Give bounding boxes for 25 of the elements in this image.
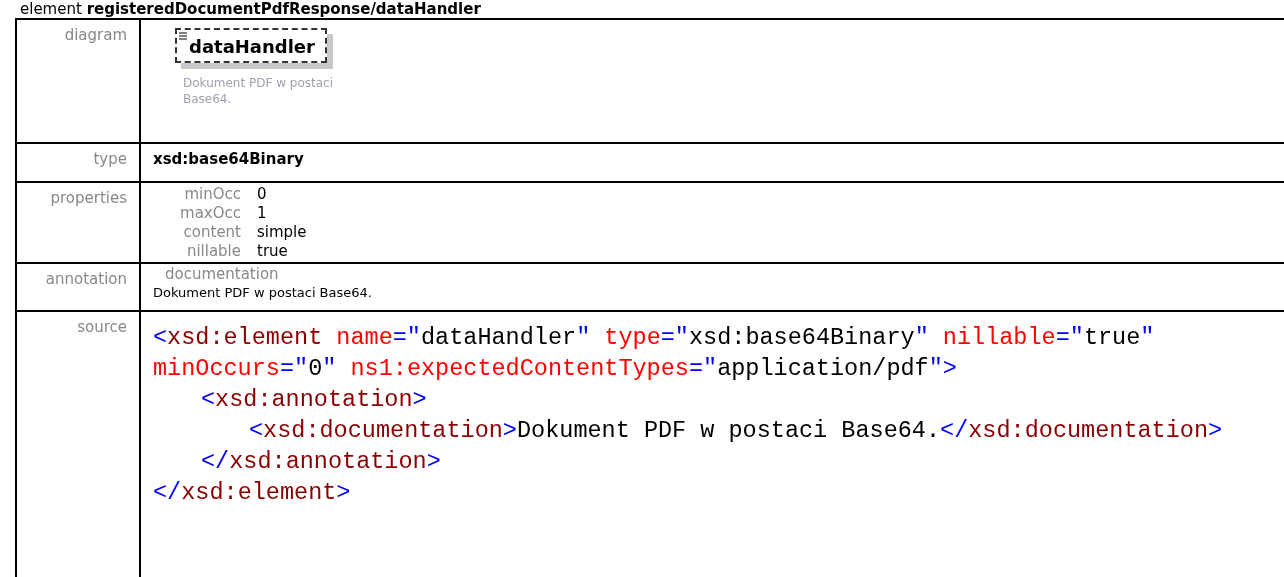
row-label: type — [17, 144, 141, 183]
property-value: 0 — [257, 185, 268, 203]
property-value: true — [257, 242, 289, 260]
property-name: content — [182, 223, 241, 241]
code-line: </xsd:annotation> — [200, 447, 442, 477]
code-line: <xsd:documentation>Dokument PDF w postaci Base64.</xsd:documentation> — [248, 416, 1224, 446]
element-caption: Dokument PDF w postaci Base64. — [183, 75, 333, 107]
property-value: 1 — [257, 204, 268, 222]
code-line: <xsd:element name="dataHandler" type="xsd:base64Binary" nillable="true" — [153, 323, 1156, 353]
type-value: xsd:base64Binary — [153, 150, 304, 168]
row-label: annotation — [17, 264, 141, 312]
code-line: </xsd:element> — [153, 478, 352, 508]
code-line: <xsd:annotation> — [200, 385, 428, 415]
property-name: nillable — [185, 242, 241, 260]
code-line: minOccurs="0" ns1:expectedContentTypes="application/pdf"> — [153, 354, 958, 384]
row-label: source — [17, 312, 141, 577]
annotation-heading: documentation — [165, 265, 279, 283]
list-icon — [179, 32, 188, 40]
row-label: properties — [17, 183, 141, 264]
annotation-text: Dokument PDF w postaci Base64. — [153, 285, 373, 300]
page-heading: element registeredDocumentPdfResponse/dataHandler — [20, 0, 482, 18]
row-label: diagram — [17, 20, 141, 144]
property-name: minOcc — [183, 185, 241, 203]
property-value: simple — [257, 223, 307, 241]
property-name: maxOcc — [179, 204, 241, 222]
